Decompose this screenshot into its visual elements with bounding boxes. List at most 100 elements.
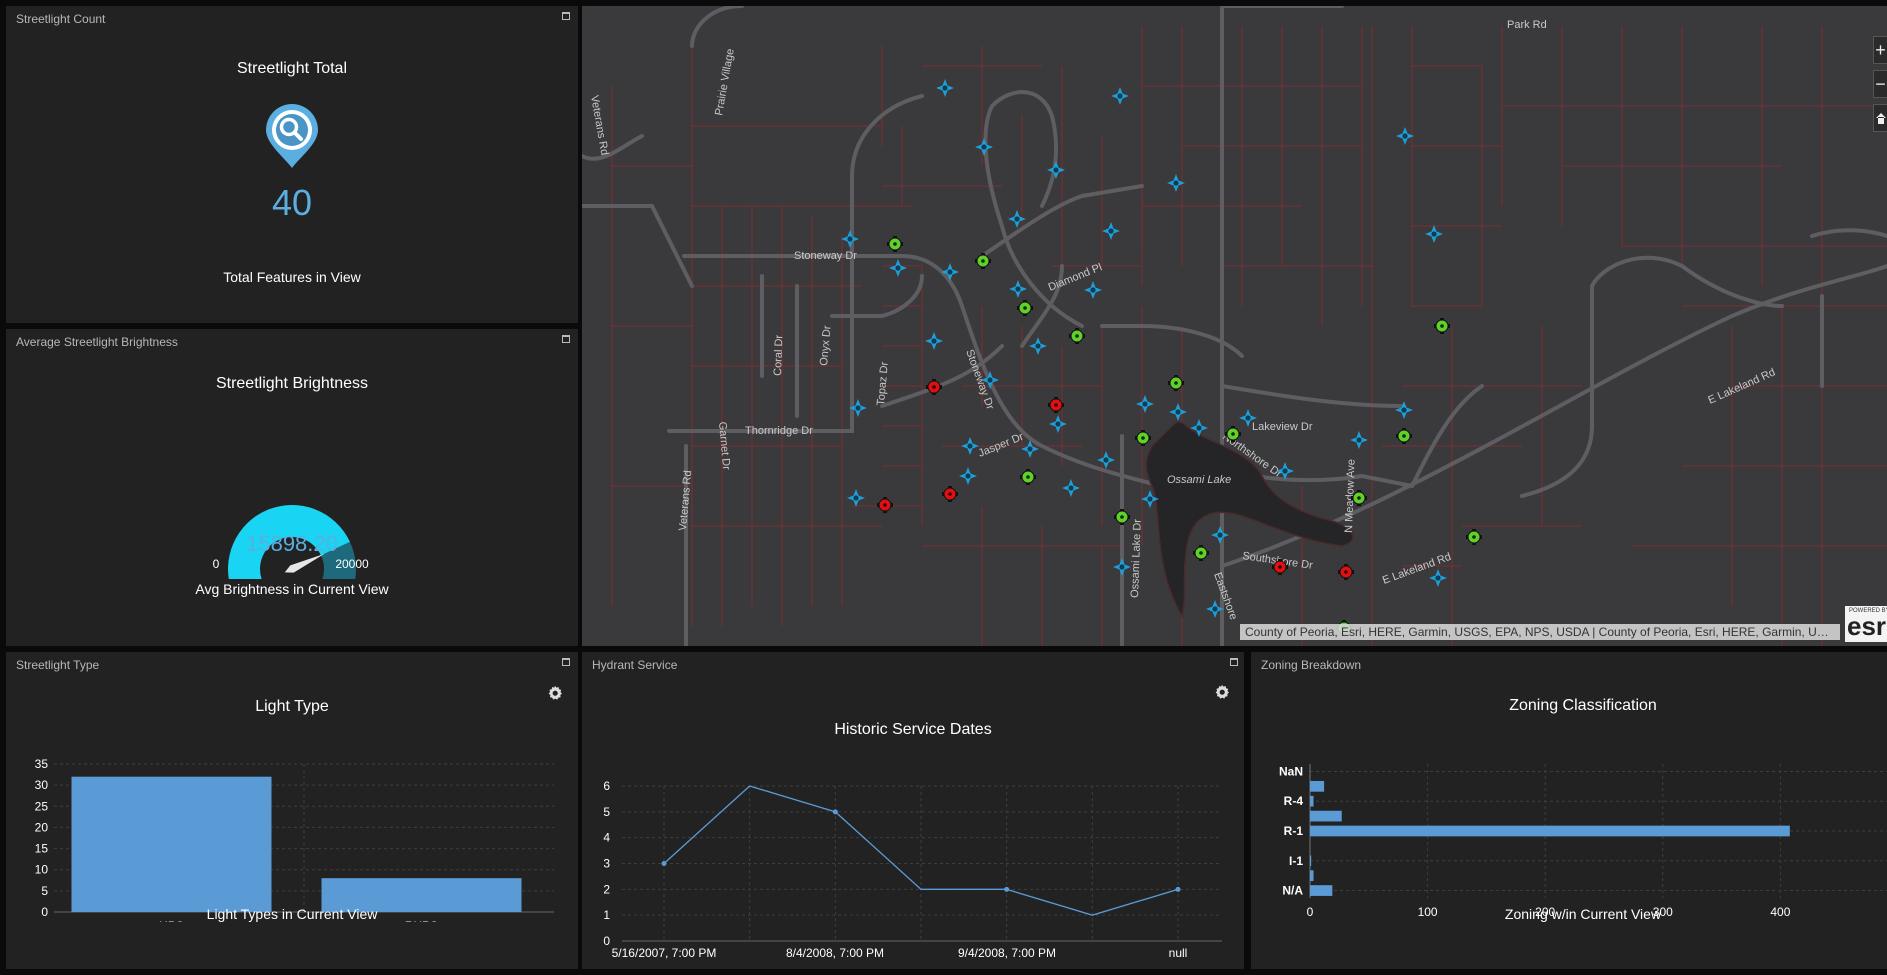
chart-title: Light Type: [255, 698, 329, 715]
panel-title: Average Streetlight Brightness: [16, 335, 178, 349]
marker-center: [1212, 606, 1218, 612]
chart-subtitle: Light Types in Current View: [206, 906, 378, 922]
indicator-heading: Streetlight Total: [237, 60, 347, 77]
streetlight-marker: [1338, 564, 1354, 580]
streetlight-marker: [1017, 300, 1033, 316]
maximize-icon[interactable]: [562, 658, 570, 666]
esri-logo-text: esri: [1847, 611, 1887, 641]
street-label: Coral Dr: [772, 334, 785, 376]
historic-service-chart: Historic Service Dates 0 1 2 3 4 5 6 5/16/2007,…: [603, 721, 1222, 960]
y-tick-label: 30: [35, 778, 49, 792]
streetlight-total-value: 40: [271, 182, 313, 223]
streetlight-marker: [1169, 403, 1187, 421]
gauge-min-label: 0: [213, 557, 220, 571]
x-tick-label: 5/16/2007, 7:00 PM: [612, 946, 717, 960]
marker-center: [931, 338, 937, 344]
marker-center: [1027, 446, 1033, 452]
chart-title: Zoning Classification: [1509, 697, 1657, 714]
indicator-subtitle: Total Features in View: [223, 269, 361, 285]
panel-title: Hydrant Service: [592, 658, 678, 672]
y-tick-label: 4: [603, 831, 610, 845]
hydrant-service-panel: Hydrant Service Historic Service Dates 0…: [582, 652, 1244, 969]
streetlight-marker: [959, 467, 977, 485]
marker-center: [1440, 324, 1444, 328]
home-icon: [1875, 113, 1886, 124]
streetlight-marker: [1425, 225, 1443, 243]
streetlight-marker: [1136, 395, 1154, 413]
bar: [1310, 870, 1314, 882]
streetlight-marker: [1062, 479, 1080, 497]
marker-center: [1282, 468, 1288, 474]
street-label: Veterans Rd: [588, 94, 610, 156]
streetlight-marker: [1069, 328, 1085, 344]
road-lines: [582, 6, 1887, 646]
streetlight-marker: [887, 236, 903, 252]
gauge-subtitle: Avg Brightness in Current View: [195, 581, 389, 597]
home-button[interactable]: [1873, 104, 1887, 132]
zoom-in-button[interactable]: +: [1873, 36, 1887, 64]
marker-center: [947, 269, 953, 275]
maximize-icon[interactable]: [562, 12, 570, 20]
marker-center: [895, 265, 901, 271]
gauge-value: 15898.20: [246, 531, 338, 556]
data-point: [832, 809, 838, 815]
marker-center: [1357, 496, 1361, 500]
marker-center: [1196, 425, 1202, 431]
data-point: [1004, 886, 1010, 892]
street-label: Prairie Village: [713, 48, 737, 117]
bar: [71, 776, 272, 912]
streetlight-type-panel: Streetlight Type Light Type 0 5 10 15 20 25 30…: [6, 652, 578, 969]
maximize-icon[interactable]: [1230, 658, 1238, 666]
marker-center: [1402, 434, 1406, 438]
marker-center: [1090, 287, 1096, 293]
marker-center: [1023, 306, 1027, 310]
marker-center: [847, 236, 853, 242]
street-label: Ossami Lake: [1167, 474, 1231, 486]
marker-center: [981, 259, 985, 263]
marker-center: [1402, 133, 1408, 139]
y-tick-label: 5: [603, 805, 610, 819]
y-tick-label: R-1: [1284, 824, 1304, 838]
maximize-icon[interactable]: [562, 335, 570, 343]
y-tick-label: 10: [35, 863, 49, 877]
zoning-panel: Zoning Breakdown Zoning Classification 0…: [1251, 652, 1887, 969]
marker-center: [1117, 93, 1123, 99]
streetlight-marker: [1009, 280, 1027, 298]
marker-center: [1103, 457, 1109, 463]
marker-center: [1199, 551, 1203, 555]
streetlight-marker: [1084, 281, 1102, 299]
marker-center: [1472, 535, 1476, 539]
x-tick-label: null: [1169, 946, 1188, 960]
map-panel[interactable]: Park Rd Prairie Village Veterans Rd Vete…: [582, 6, 1887, 646]
marker-center: [1053, 167, 1059, 173]
light-type-chart: Light Type 05101520253035HPSRHPS: [35, 698, 554, 922]
marker-center: [932, 385, 936, 389]
map-canvas[interactable]: Park Rd Prairie Village Veterans Rd Vete…: [582, 6, 1887, 646]
y-tick-label: 3: [603, 857, 610, 871]
street-label: Garnet Dr: [716, 421, 732, 470]
gauge-max-label: 20000: [335, 557, 369, 571]
marker-center: [1175, 409, 1181, 415]
marker-center: [893, 242, 897, 246]
y-tick-label: 5: [41, 884, 48, 898]
streetlight-marker: [941, 263, 959, 281]
street-label: Topaz Dr: [875, 361, 891, 406]
street-label: Park Rd: [1507, 19, 1547, 31]
street-label: Lakeview Dr: [1252, 421, 1313, 433]
marker-center: [1431, 231, 1437, 237]
streetlight-marker: [1029, 337, 1047, 355]
marker-center: [1435, 575, 1441, 581]
marker-center: [1054, 403, 1058, 407]
zoom-out-button[interactable]: −: [1873, 70, 1887, 98]
data-point: [661, 861, 667, 866]
streetlight-marker: [1434, 318, 1450, 334]
data-point: [1175, 886, 1181, 892]
marker-center: [1055, 421, 1061, 427]
street-label: Stoneway Dr: [794, 250, 857, 262]
zoning-chart: Zoning Classification 0 100 200 300 400NaNR-…: [1279, 697, 1887, 919]
street-label: Thornridge Dr: [745, 425, 813, 437]
bar: [1310, 810, 1342, 822]
bar: [1310, 885, 1333, 896]
chart-subtitle: Zoning w/in Current View: [1504, 906, 1662, 922]
street-label: Jasper Dr: [977, 431, 1026, 460]
